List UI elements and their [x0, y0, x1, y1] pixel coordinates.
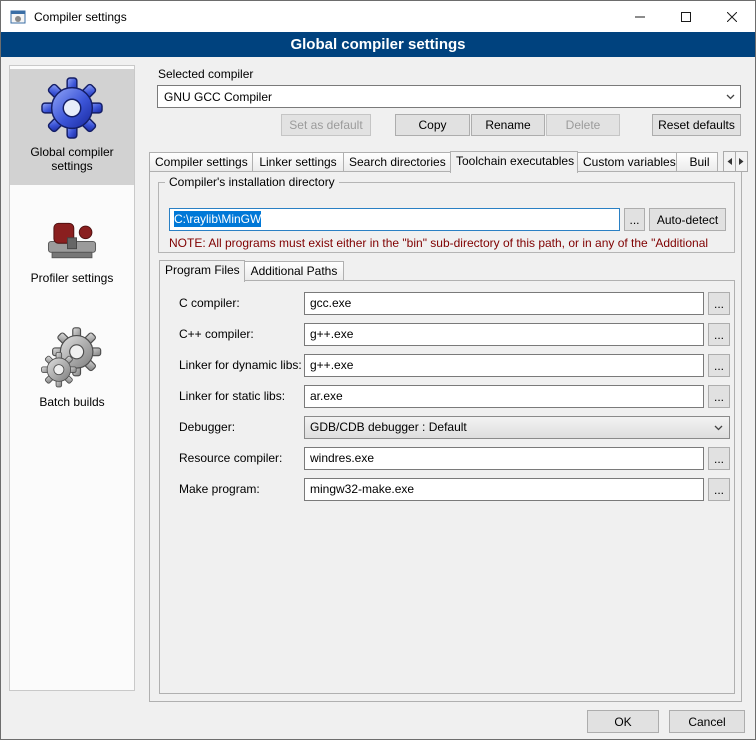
- note-text: NOTE: All programs must exist either in …: [169, 236, 727, 250]
- tab-custom-variables[interactable]: Custom variables: [577, 152, 677, 171]
- selected-compiler-select[interactable]: GNU GCC Compiler: [157, 85, 741, 108]
- static-linker-label: Linker for static libs:: [179, 389, 285, 403]
- installation-directory-group: Compiler's installation directory C:\ray…: [158, 182, 735, 253]
- app-icon: [10, 9, 26, 25]
- minimize-button[interactable]: [617, 1, 663, 32]
- dynamic-linker-label: Linker for dynamic libs:: [179, 358, 302, 372]
- cpp-compiler-label: C++ compiler:: [179, 327, 254, 341]
- c-compiler-label: C compiler:: [179, 296, 240, 310]
- ok-button[interactable]: OK: [587, 710, 659, 733]
- static-linker-input[interactable]: ar.exe: [304, 385, 704, 408]
- compiler-settings-window: Compiler settings Global compiler settin…: [0, 0, 756, 740]
- sidebar-item-profiler-settings[interactable]: Profiler settings: [10, 199, 134, 297]
- browse-resource-compiler-button[interactable]: ...: [708, 447, 730, 470]
- sidebar-item-label: Batch builds: [16, 395, 128, 409]
- resource-compiler-input[interactable]: windres.exe: [304, 447, 704, 470]
- tab-linker-settings[interactable]: Linker settings: [252, 152, 344, 171]
- copy-button[interactable]: Copy: [395, 114, 470, 136]
- browse-make-program-button[interactable]: ...: [708, 478, 730, 501]
- toolchain-executables-panel: Compiler's installation directory C:\ray…: [149, 171, 742, 702]
- selected-compiler-label: Selected compiler: [158, 67, 253, 81]
- tab-search-directories[interactable]: Search directories: [343, 152, 451, 171]
- form-row-c-compiler: C compiler: gcc.exe ...: [160, 292, 734, 315]
- browse-dynamic-linker-button[interactable]: ...: [708, 354, 730, 377]
- tab-compiler-settings[interactable]: Compiler settings: [149, 152, 253, 171]
- chevron-down-icon: [721, 87, 739, 106]
- chevron-down-icon: [709, 418, 727, 437]
- static-linker-value: ar.exe: [310, 389, 343, 403]
- form-row-cpp-compiler: C++ compiler: g++.exe ...: [160, 323, 734, 346]
- set-as-default-button: Set as default: [281, 114, 371, 136]
- debugger-label: Debugger:: [179, 420, 235, 434]
- form-row-resource-compiler: Resource compiler: windres.exe ...: [160, 447, 734, 470]
- dynamic-linker-input[interactable]: g++.exe: [304, 354, 704, 377]
- debugger-select[interactable]: GDB/CDB debugger : Default: [304, 416, 730, 439]
- auto-detect-button[interactable]: Auto-detect: [649, 208, 726, 231]
- rename-button[interactable]: Rename: [471, 114, 545, 136]
- form-row-dynamic-linker: Linker for dynamic libs: g++.exe ...: [160, 354, 734, 377]
- subtab-program-files[interactable]: Program Files: [159, 260, 245, 282]
- resource-compiler-label: Resource compiler:: [179, 451, 282, 465]
- close-button[interactable]: [709, 1, 755, 32]
- global-compiler-gear-icon: [41, 77, 103, 139]
- banner: Global compiler settings: [1, 32, 755, 57]
- subtab-additional-paths[interactable]: Additional Paths: [244, 261, 344, 280]
- installation-directory-value: C:\raylib\MinGW: [174, 211, 261, 227]
- tab-toolchain-executables[interactable]: Toolchain executables: [450, 151, 578, 173]
- sidebar-item-batch-builds[interactable]: Batch builds: [10, 319, 134, 421]
- browse-directory-button[interactable]: ...: [624, 208, 645, 231]
- reset-defaults-button[interactable]: Reset defaults: [652, 114, 741, 136]
- make-program-value: mingw32-make.exe: [310, 482, 414, 496]
- debugger-value: GDB/CDB debugger : Default: [310, 420, 467, 434]
- browse-cpp-compiler-button[interactable]: ...: [708, 323, 730, 346]
- banner-title: Global compiler settings: [290, 36, 465, 53]
- form-row-debugger: Debugger: GDB/CDB debugger : Default: [160, 416, 734, 439]
- cpp-compiler-input[interactable]: g++.exe: [304, 323, 704, 346]
- window-controls: [617, 1, 755, 32]
- installation-directory-input[interactable]: C:\raylib\MinGW: [169, 208, 620, 231]
- form-row-static-linker: Linker for static libs: ar.exe ...: [160, 385, 734, 408]
- tab-build-options-clipped[interactable]: Buil: [676, 152, 718, 171]
- sidebar-item-global-compiler-settings[interactable]: Global compiler settings: [10, 69, 134, 185]
- tab-scroll-right-button[interactable]: [735, 151, 748, 172]
- browse-static-linker-button[interactable]: ...: [708, 385, 730, 408]
- c-compiler-value: gcc.exe: [310, 296, 351, 310]
- sidebar-item-label: Global compiler settings: [16, 145, 128, 173]
- profiler-tool-icon: [43, 207, 101, 265]
- titlebar: Compiler settings: [1, 1, 755, 32]
- left-arrow-icon: [726, 157, 733, 166]
- maximize-button[interactable]: [663, 1, 709, 32]
- sidebar: Global compiler settings Profiler settin…: [9, 65, 135, 691]
- c-compiler-input[interactable]: gcc.exe: [304, 292, 704, 315]
- batch-builds-gears-icon: [41, 327, 103, 389]
- program-files-panel: C compiler: gcc.exe ... C++ compiler: g+…: [159, 280, 735, 694]
- make-program-label: Make program:: [179, 482, 260, 496]
- dynamic-linker-value: g++.exe: [310, 358, 353, 372]
- make-program-input[interactable]: mingw32-make.exe: [304, 478, 704, 501]
- resource-compiler-value: windres.exe: [310, 451, 374, 465]
- form-row-make-program: Make program: mingw32-make.exe ...: [160, 478, 734, 501]
- installation-directory-group-title: Compiler's installation directory: [165, 175, 339, 189]
- cancel-button[interactable]: Cancel: [669, 710, 745, 733]
- compiler-settings-tabs: Compiler settings Linker settings Search…: [149, 150, 718, 172]
- delete-button: Delete: [546, 114, 620, 136]
- browse-c-compiler-button[interactable]: ...: [708, 292, 730, 315]
- selected-compiler-value: GNU GCC Compiler: [164, 90, 272, 104]
- program-files-tabs: Program Files Additional Paths: [159, 259, 344, 281]
- right-arrow-icon: [738, 157, 745, 166]
- window-title: Compiler settings: [34, 10, 127, 24]
- cpp-compiler-value: g++.exe: [310, 327, 353, 341]
- sidebar-item-label: Profiler settings: [16, 271, 128, 285]
